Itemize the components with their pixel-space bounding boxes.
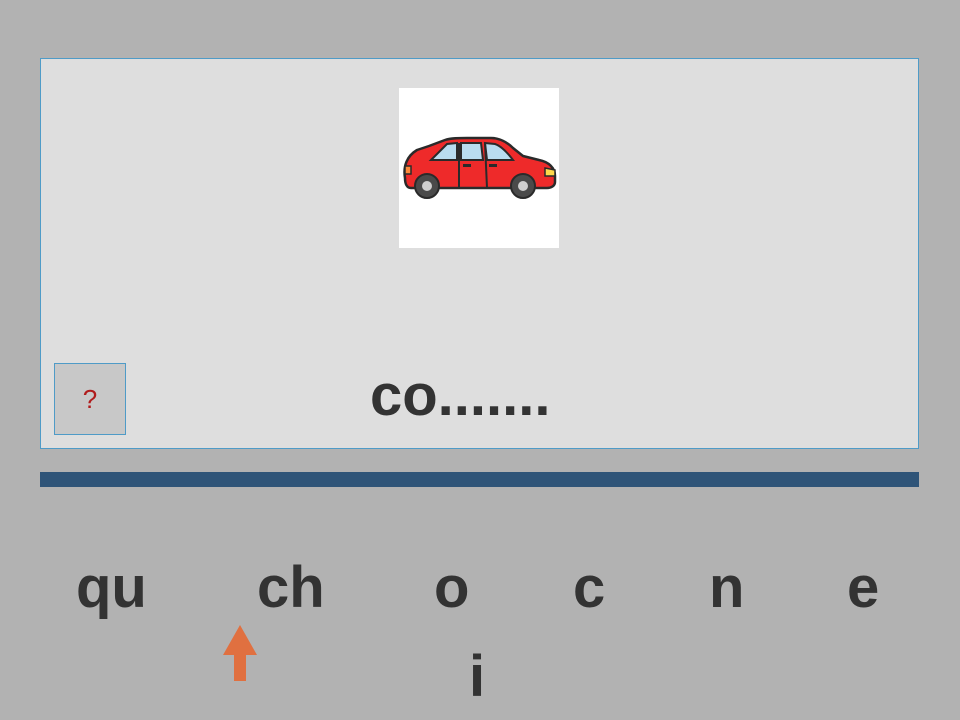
incomplete-word: co....... xyxy=(370,363,551,428)
choice-e[interactable]: e xyxy=(847,553,879,623)
choice-ch[interactable]: ch xyxy=(257,553,325,623)
divider-bar xyxy=(40,472,919,487)
choice-n[interactable]: n xyxy=(709,553,744,623)
choice-qu[interactable]: qu xyxy=(76,553,147,623)
choice-i[interactable]: i xyxy=(469,642,485,712)
up-arrow-icon xyxy=(223,625,257,681)
choice-o[interactable]: o xyxy=(434,553,469,623)
choice-c[interactable]: c xyxy=(573,553,605,623)
help-button[interactable]: ? xyxy=(54,363,126,435)
word-picture xyxy=(399,88,559,248)
exercise-stage: ? co....... qu ch o c n e i xyxy=(0,0,960,720)
red-car-icon xyxy=(403,136,557,199)
